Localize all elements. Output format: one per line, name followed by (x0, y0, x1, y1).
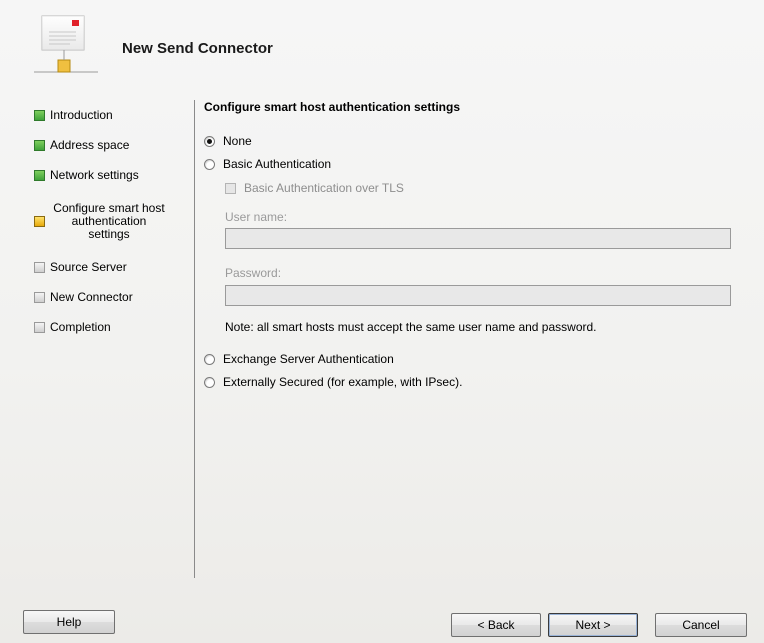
shared-credentials-note: Note: all smart hosts must accept the sa… (225, 320, 597, 334)
step-pending-icon (34, 291, 45, 303)
step-complete-icon (34, 139, 45, 151)
radio-exchange-server-authentication[interactable]: Exchange Server Authentication (204, 352, 394, 366)
step-complete-icon (34, 169, 45, 181)
cancel-button[interactable]: Cancel (655, 613, 747, 637)
step-address-space[interactable]: Address space (34, 138, 129, 152)
radio-button[interactable] (204, 353, 215, 365)
step-configure-smart-host[interactable]: Configure smart host authentication sett… (34, 202, 168, 241)
username-label: User name: (225, 210, 288, 224)
radio-basic-authentication[interactable]: Basic Authentication (204, 157, 331, 171)
step-complete-icon (34, 109, 45, 121)
checkbox-basic-auth-over-tls[interactable]: Basic Authentication over TLS (225, 181, 404, 195)
radio-button[interactable] (204, 376, 215, 388)
password-input[interactable] (225, 285, 731, 306)
step-completion[interactable]: Completion (34, 320, 111, 334)
wizard-title: New Send Connector (122, 40, 273, 57)
password-label: Password: (225, 266, 282, 280)
radio-none[interactable]: None (204, 134, 252, 148)
step-introduction[interactable]: Introduction (34, 108, 113, 122)
step-current-icon (34, 216, 45, 227)
wizard-window: New Send Connector Introduction Address … (0, 0, 764, 643)
next-button[interactable]: Next > (548, 613, 638, 637)
step-new-connector[interactable]: New Connector (34, 290, 133, 304)
checkbox[interactable] (225, 182, 236, 194)
nav-divider (194, 100, 195, 578)
radio-button[interactable] (204, 135, 215, 147)
section-title: Configure smart host authentication sett… (204, 100, 461, 114)
username-input[interactable] (225, 228, 731, 249)
step-pending-icon (34, 321, 45, 333)
step-source-server[interactable]: Source Server (34, 260, 127, 274)
step-pending-icon (34, 261, 45, 273)
radio-externally-secured[interactable]: Externally Secured (for example, with IP… (204, 375, 462, 389)
help-button[interactable]: Help (23, 610, 115, 634)
radio-button[interactable] (204, 158, 215, 170)
send-connector-icon (34, 14, 100, 80)
back-button[interactable]: < Back (451, 613, 541, 637)
step-network-settings[interactable]: Network settings (34, 168, 139, 182)
